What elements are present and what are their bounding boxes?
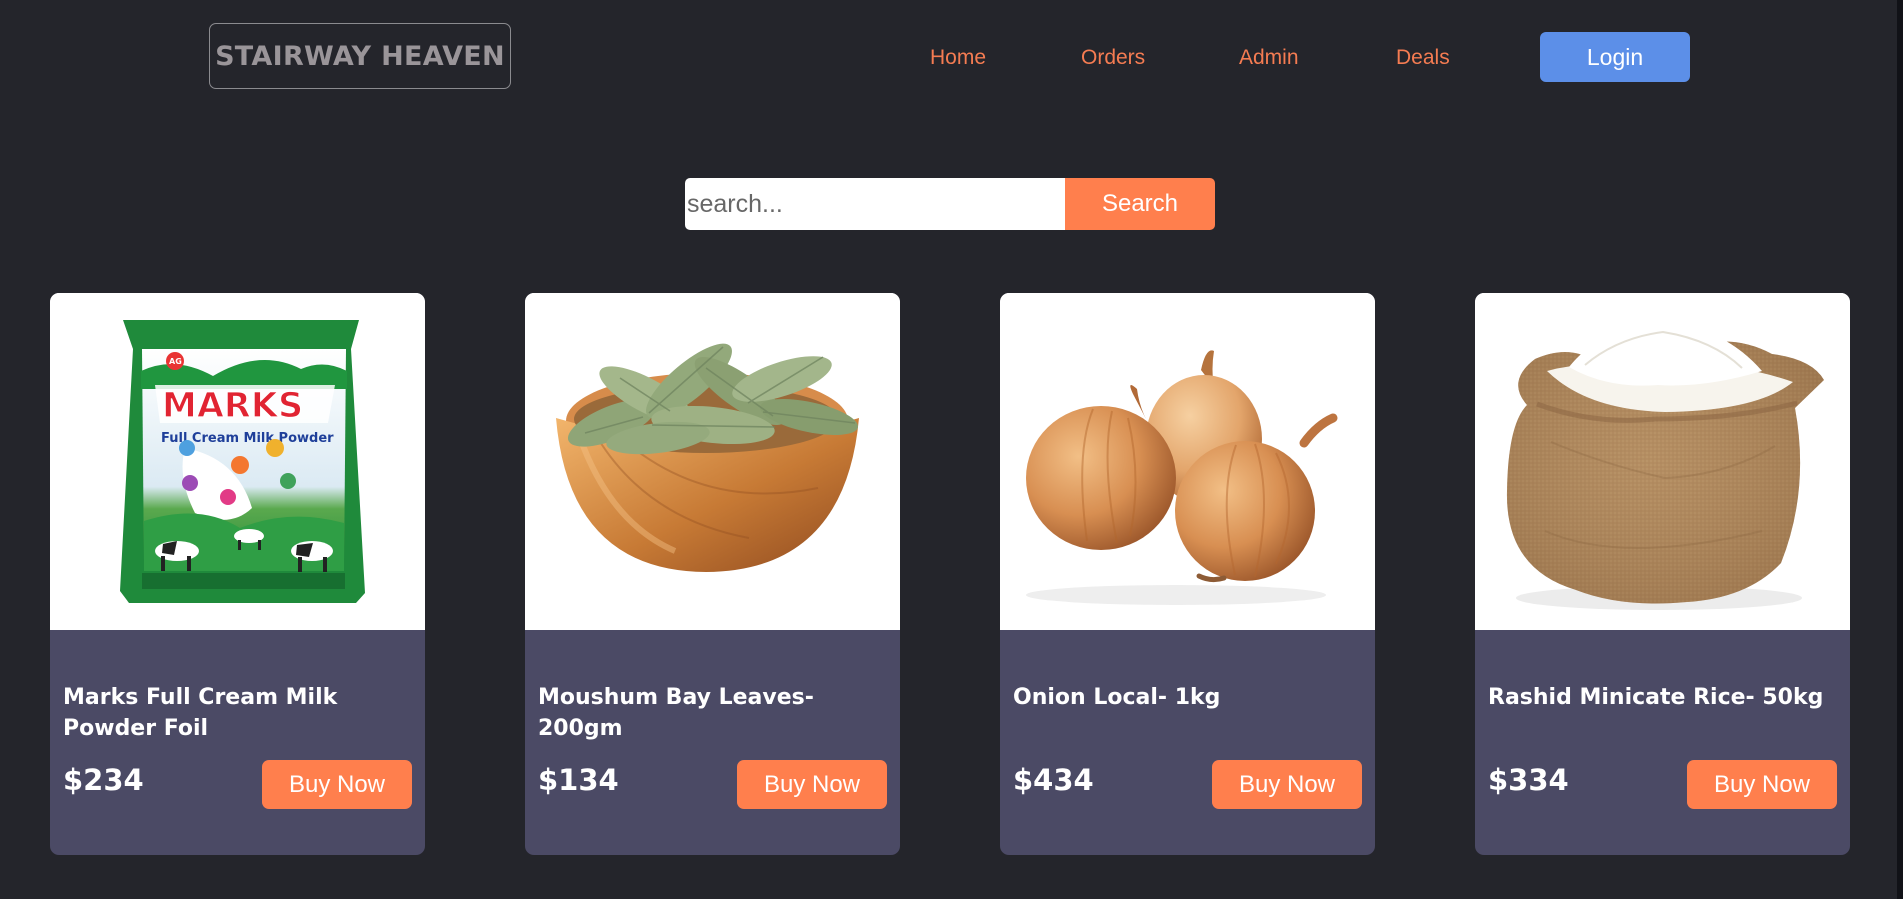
- svg-text:AG: AG: [169, 357, 182, 366]
- brand-logo[interactable]: STAIRWAY HEAVEN: [209, 23, 511, 89]
- product-title: Onion Local- 1kg: [1013, 685, 1221, 711]
- onions-image[interactable]: [1000, 293, 1375, 630]
- product-price: $134: [538, 763, 619, 797]
- buy-now-button[interactable]: Buy Now: [1687, 760, 1837, 809]
- product-price: $234: [63, 763, 144, 797]
- bay-leaves-bowl-image[interactable]: [525, 293, 900, 630]
- product-title: Marks Full Cream Milk Powder Foil: [63, 685, 338, 742]
- nav-admin-link[interactable]: Admin: [1239, 42, 1299, 74]
- rice-sack-image[interactable]: [1475, 293, 1850, 630]
- package-brand-text: MARKS: [162, 386, 303, 426]
- product-title: Rashid Minicate Rice- 50kg: [1488, 685, 1824, 711]
- login-button[interactable]: Login: [1540, 32, 1690, 82]
- buy-now-button[interactable]: Buy Now: [262, 760, 412, 809]
- product-card-rice: Rashid Minicate Rice- 50kg $334 Buy Now: [1475, 293, 1850, 855]
- nav-orders-link[interactable]: Orders: [1081, 42, 1145, 74]
- search-button[interactable]: Search: [1065, 178, 1215, 230]
- product-card-milk-powder: AG MARKS Full Cream Milk Powder Marks Fu…: [50, 293, 425, 855]
- nav-deals-link[interactable]: Deals: [1396, 42, 1450, 74]
- product-price: $434: [1013, 763, 1094, 797]
- milk-powder-pack-image[interactable]: AG MARKS Full Cream Milk Powder: [50, 293, 425, 630]
- product-title: Moushum Bay Leaves- 200gm: [538, 685, 814, 742]
- page-scrollbar[interactable]: [1897, 0, 1903, 899]
- product-card-bay-leaves: Moushum Bay Leaves- 200gm $134 Buy Now: [525, 293, 900, 855]
- buy-now-button[interactable]: Buy Now: [737, 760, 887, 809]
- nav-home-link[interactable]: Home: [930, 42, 986, 74]
- product-card-onion: Onion Local- 1kg $434 Buy Now: [1000, 293, 1375, 855]
- buy-now-button[interactable]: Buy Now: [1212, 760, 1362, 809]
- search-input[interactable]: [685, 178, 1065, 230]
- product-price: $334: [1488, 763, 1569, 797]
